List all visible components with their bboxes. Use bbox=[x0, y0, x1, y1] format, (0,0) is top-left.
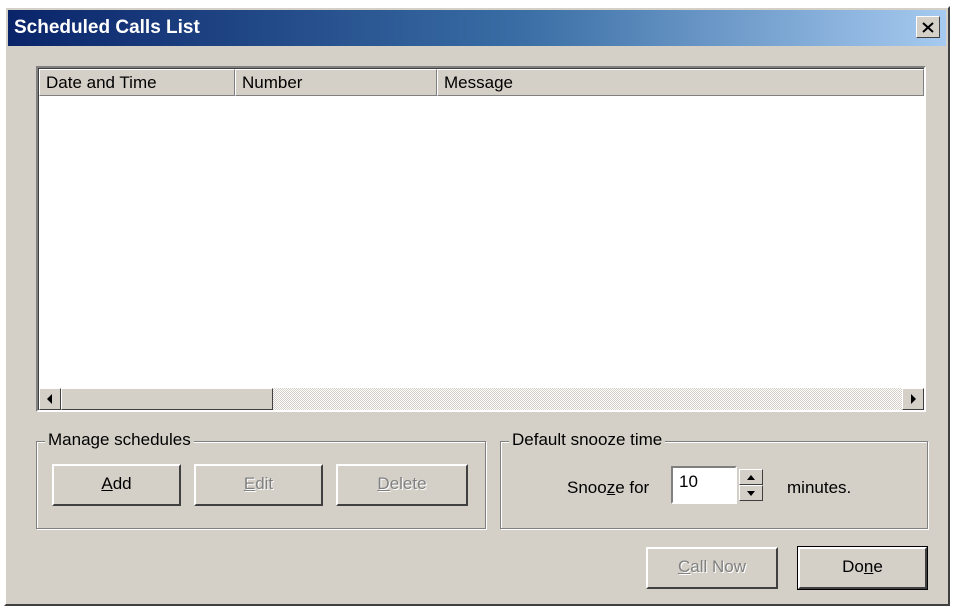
delete-label-suffix: elete bbox=[389, 474, 427, 493]
manage-schedules-group: Manage schedules Add Edit Delete bbox=[36, 430, 486, 529]
snooze-time-legend: Default snooze time bbox=[509, 430, 666, 450]
arrow-down-icon bbox=[747, 490, 755, 496]
edit-label-suffix: dit bbox=[255, 474, 274, 493]
scheduled-calls-dialog: Scheduled Calls List Date and Time Numbe… bbox=[4, 6, 950, 606]
add-button[interactable]: Add bbox=[52, 464, 181, 506]
window-title: Scheduled Calls List bbox=[14, 17, 200, 38]
call-now-button[interactable]: Call Now bbox=[646, 547, 778, 589]
list-body[interactable] bbox=[39, 96, 924, 388]
callnow-label-suffix: all Now bbox=[690, 557, 747, 576]
snooze-for-label: Snooze for bbox=[567, 478, 649, 498]
callnow-label-mnemonic: C bbox=[677, 557, 691, 576]
delete-button[interactable]: Delete bbox=[336, 464, 468, 506]
spin-down-button[interactable] bbox=[739, 485, 763, 501]
arrow-right-icon bbox=[911, 394, 916, 404]
snooze-spinner bbox=[739, 469, 763, 501]
manage-schedules-legend: Manage schedules bbox=[45, 430, 194, 450]
scrollbar-thumb[interactable] bbox=[61, 388, 273, 410]
scheduled-calls-list[interactable]: Date and Time Number Message bbox=[36, 66, 926, 412]
done-label-mnemonic: n bbox=[863, 557, 874, 576]
list-header: Date and Time Number Message bbox=[39, 69, 924, 96]
close-icon bbox=[922, 21, 934, 33]
edit-button[interactable]: Edit bbox=[194, 464, 323, 506]
delete-label-mnemonic: D bbox=[377, 474, 390, 493]
snooze-minutes-input[interactable]: 10 bbox=[671, 466, 737, 504]
done-button[interactable]: Done bbox=[797, 546, 928, 590]
done-label-suffix: e bbox=[873, 557, 883, 576]
add-label-suffix: dd bbox=[112, 474, 132, 493]
minutes-unit-label: minutes. bbox=[787, 478, 852, 497]
edit-label-mnemonic: E bbox=[243, 474, 256, 493]
column-header-number[interactable]: Number bbox=[235, 69, 437, 96]
column-header-message[interactable]: Message bbox=[437, 69, 924, 96]
close-button[interactable] bbox=[916, 16, 940, 38]
arrow-left-icon bbox=[47, 394, 52, 404]
scroll-right-button[interactable] bbox=[902, 388, 924, 410]
arrow-up-icon bbox=[747, 474, 755, 480]
snooze-label-prefix: Snoo bbox=[567, 478, 607, 497]
column-header-date-time[interactable]: Date and Time bbox=[39, 69, 235, 96]
spin-up-button[interactable] bbox=[739, 469, 763, 485]
done-label-prefix: Do bbox=[842, 557, 864, 576]
snooze-time-group: Default snooze time Snooze for 10 minute… bbox=[500, 430, 928, 529]
snooze-label-suffix: e for bbox=[615, 478, 650, 497]
horizontal-scrollbar[interactable] bbox=[39, 388, 924, 410]
title-bar[interactable]: Scheduled Calls List bbox=[8, 10, 946, 46]
snooze-label-mnemonic: z bbox=[606, 478, 616, 497]
add-label-mnemonic: A bbox=[101, 474, 113, 493]
scroll-left-button[interactable] bbox=[39, 388, 61, 410]
